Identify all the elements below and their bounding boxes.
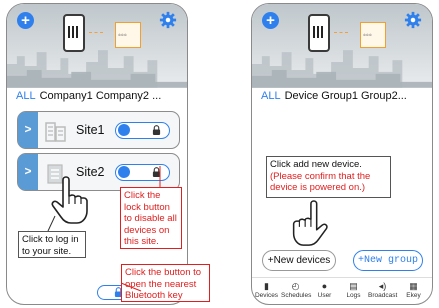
phone-qr-icon [308, 14, 330, 52]
nav-devices[interactable]: ▮ Devices [252, 281, 281, 299]
devices-icon: ▮ [264, 281, 269, 291]
gear-icon[interactable] [404, 11, 422, 29]
skyline-illustration [252, 50, 432, 88]
ekey-icon: ▦ [409, 281, 418, 291]
hint-line-1: Click add new device. [270, 159, 362, 170]
nav-broadcast[interactable]: ◂) Broadcast [368, 281, 397, 299]
tab-groups[interactable]: Device Group1 Group2... [285, 90, 407, 102]
nav-schedules[interactable]: ◴ Schedules [281, 281, 311, 299]
nav-user[interactable]: ● User [310, 281, 339, 299]
header-banner: + ⊚⊚⊚ [252, 4, 432, 88]
broadcast-icon: ◂) [378, 281, 387, 291]
nav-ekey[interactable]: ▦ Ekey [399, 281, 428, 299]
user-icon: ● [321, 281, 328, 291]
new-devices-button[interactable]: +New devices [262, 250, 336, 271]
add-device-hint-callout: Click add new device. (Please confirm th… [266, 156, 391, 198]
hint-line-2: (Please confirm that the device is power… [270, 170, 371, 194]
new-group-button[interactable]: +New group [353, 250, 423, 271]
tap-hand-icon [292, 200, 328, 246]
schedules-icon: ◴ [291, 281, 300, 291]
tab-all[interactable]: ALL [261, 90, 281, 102]
group-tabs[interactable]: ALL Device Group1 Group2... [261, 90, 407, 102]
add-icon[interactable]: + [262, 12, 279, 29]
bottom-nav-bar: ▮ Devices ◴ Schedules ● User ▤ Logs ◂) B… [252, 277, 432, 304]
logs-icon: ▤ [349, 281, 358, 291]
key-card-icon: ⊚⊚⊚ [360, 22, 386, 48]
right-phone-screen: + ⊚⊚⊚ ALL Device Group1 Group2... Click a… [251, 3, 433, 305]
nav-logs[interactable]: ▤ Logs [339, 281, 368, 299]
dashed-connector [334, 32, 348, 33]
